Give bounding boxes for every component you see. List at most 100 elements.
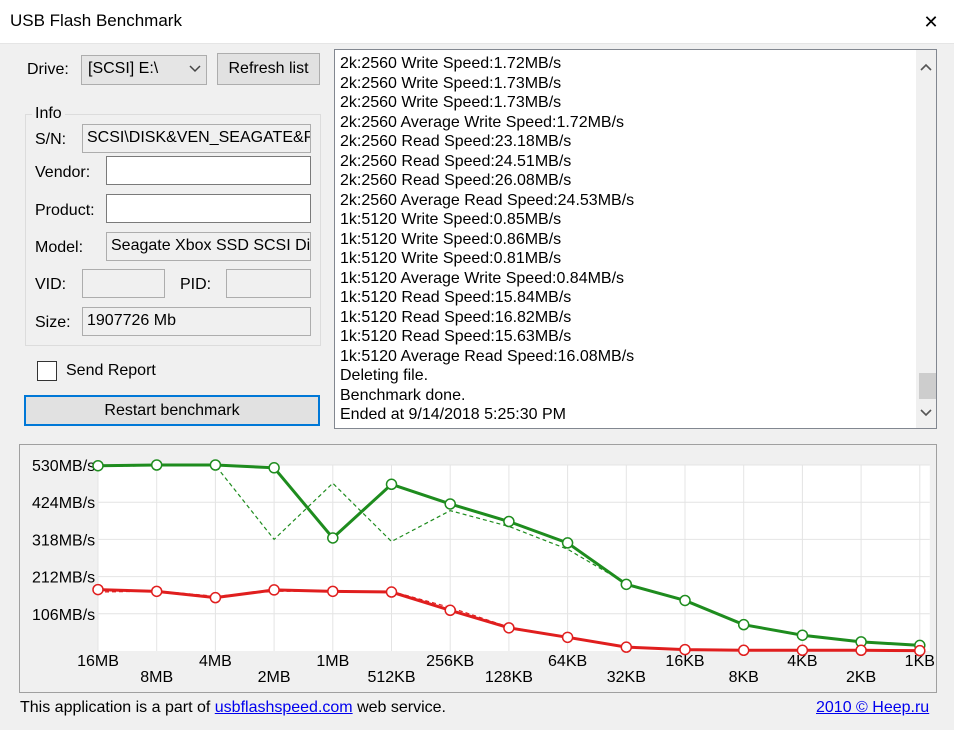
close-button[interactable]: ✕ <box>908 0 954 44</box>
data-point-write-average <box>209 591 222 604</box>
scroll-thumb[interactable] <box>919 373 936 399</box>
vid-label: VID: <box>35 276 67 293</box>
refresh-list-button[interactable]: Refresh list <box>217 53 320 85</box>
data-point-read-average <box>796 629 809 641</box>
y-tick-label: 424MB/s <box>32 495 95 512</box>
drive-select[interactable]: [SCSI] E:\ <box>81 55 207 85</box>
model-label: Model: <box>35 239 84 256</box>
footer-suffix: web service. <box>352 699 446 716</box>
log-line: Benchmark done. <box>340 386 466 404</box>
vendor-field[interactable] <box>106 156 311 185</box>
data-point-write-average <box>620 641 633 653</box>
x-tick-label: 512KB <box>367 669 415 686</box>
data-point-write-average <box>150 585 163 598</box>
data-point-write-average <box>855 644 867 657</box>
send-report-checkbox[interactable] <box>37 361 57 381</box>
heep-link[interactable]: 2010 © Heep.ru <box>816 699 929 717</box>
data-point-read-average <box>92 459 104 472</box>
close-icon: ✕ <box>923 11 939 32</box>
restart-benchmark-button[interactable]: Restart benchmark <box>24 395 320 426</box>
log-lines: 2k:2560 Write Speed:1.72MB/s 2k:2560 Writ… <box>340 54 634 425</box>
log-line: 2k:2560 Read Speed:26.08MB/s <box>340 172 572 189</box>
y-tick-label: 106MB/s <box>32 607 95 624</box>
log-line: Ended at 9/14/2018 5:25:30 PM <box>340 406 566 423</box>
data-point-read-average <box>385 478 398 491</box>
log-scrollbar[interactable] <box>916 50 936 428</box>
x-tick-label: 8KB <box>729 669 759 686</box>
data-point-write-average <box>561 631 574 644</box>
plot-area <box>98 465 930 651</box>
data-point-write-average <box>444 604 456 617</box>
x-tick-label: 2MB <box>258 669 291 686</box>
x-tick-label: 2KB <box>846 669 876 686</box>
x-tick-label: 16KB <box>665 653 704 670</box>
log-line: 2k:2560 Write Speed:1.73MB/s <box>340 74 562 92</box>
sn-field[interactable]: SCSI\DISK&VEN_SEAGATE&P <box>82 124 311 153</box>
footer-text: This application is a part of usbflashsp… <box>20 699 446 717</box>
y-tick-label: 212MB/s <box>32 570 95 587</box>
log-line: 2k:2560 Average Read Speed:24.53MB/s <box>340 191 635 209</box>
x-tick-label: 32KB <box>607 669 646 686</box>
chevron-down-icon <box>188 62 202 81</box>
data-point-read-average <box>620 578 633 591</box>
x-tick-label: 4MB <box>199 653 232 670</box>
data-point-read-average <box>209 459 222 471</box>
size-label: Size: <box>35 314 71 331</box>
send-report-label: Send Report <box>66 362 156 379</box>
title-bar: USB Flash Benchmark ✕ <box>0 0 954 44</box>
data-point-write-average <box>92 583 104 596</box>
data-point-write-average <box>796 644 809 657</box>
drive-select-value: [SCSI] E:\ <box>88 60 159 77</box>
data-point-read-average <box>561 537 574 549</box>
x-tick-label: 8MB <box>140 669 173 686</box>
log-line: 1k:5120 Write Speed:0.86MB/s <box>340 230 562 248</box>
data-point-read-average <box>268 462 280 474</box>
log-line: 1k:5120 Average Read Speed:16.08MB/s <box>340 347 635 365</box>
data-point-write-average <box>914 644 926 657</box>
data-point-write-average <box>503 622 515 634</box>
sn-label: S/N: <box>35 131 67 148</box>
window-title: USB Flash Benchmark <box>10 11 182 30</box>
product-field[interactable] <box>106 194 311 223</box>
vid-field[interactable] <box>82 269 165 298</box>
data-point-write-average <box>385 586 398 598</box>
chart-canvas: 530MB/s 424MB/s 318MB/s 212MB/s 106MB/s 16MB 8… <box>32 458 935 686</box>
scroll-down-icon[interactable] <box>918 404 934 422</box>
x-tick-label: 256KB <box>426 653 474 670</box>
log-textbox[interactable]: 2k:2560 Write Speed:1.72MB/s 2k:2560 Writ… <box>334 49 937 429</box>
size-field[interactable]: 1907726 Mb <box>82 307 311 336</box>
pid-label: PID: <box>180 276 212 293</box>
data-point-write-average <box>268 584 280 596</box>
data-point-read-average <box>150 459 163 471</box>
log-line: 1k:5120 Write Speed:0.81MB/s <box>340 250 562 267</box>
x-tick-label: 1MB <box>316 653 349 670</box>
log-line: Deleting file. <box>340 367 429 384</box>
benchmark-chart: 530MB/s 424MB/s 318MB/s 212MB/s 106MB/s 16MB 8… <box>19 444 937 693</box>
data-point-write-average <box>737 644 750 657</box>
x-tick-label: 64KB <box>548 653 587 670</box>
log-line: 1k:5120 Write Speed:0.85MB/s <box>340 211 562 228</box>
log-line: 1k:5120 Read Speed:15.63MB/s <box>340 328 572 345</box>
y-tick-label: 318MB/s <box>32 532 95 549</box>
log-line: 2k:2560 Average Write Speed:1.72MB/s <box>340 113 625 131</box>
footer-prefix: This application is a part of <box>20 699 215 716</box>
data-point-read-average <box>327 532 339 544</box>
y-tick-label: 530MB/s <box>32 458 95 475</box>
pid-field[interactable] <box>226 269 311 298</box>
log-line: 2k:2560 Read Speed:23.18MB/s <box>340 133 572 150</box>
log-line: 2k:2560 Write Speed:1.72MB/s <box>340 55 562 72</box>
log-line: 1k:5120 Read Speed:16.82MB/s <box>340 308 572 326</box>
usbflashspeed-link[interactable]: usbflashspeed.com <box>215 699 353 716</box>
log-line: 1k:5120 Read Speed:15.84MB/s <box>340 289 572 306</box>
data-point-read-average <box>737 618 750 631</box>
data-point-read-average <box>444 498 456 510</box>
data-point-read-average <box>503 515 515 528</box>
data-point-read-average <box>679 594 691 607</box>
log-line: 2k:2560 Read Speed:24.51MB/s <box>340 152 572 170</box>
x-tick-label: 128KB <box>485 669 533 686</box>
scroll-up-icon[interactable] <box>918 58 934 76</box>
product-label: Product: <box>35 202 95 219</box>
model-field[interactable]: Seagate Xbox SSD SCSI Di <box>106 232 311 261</box>
vendor-label: Vendor: <box>35 164 91 181</box>
x-tick-label: 16MB <box>77 653 119 670</box>
